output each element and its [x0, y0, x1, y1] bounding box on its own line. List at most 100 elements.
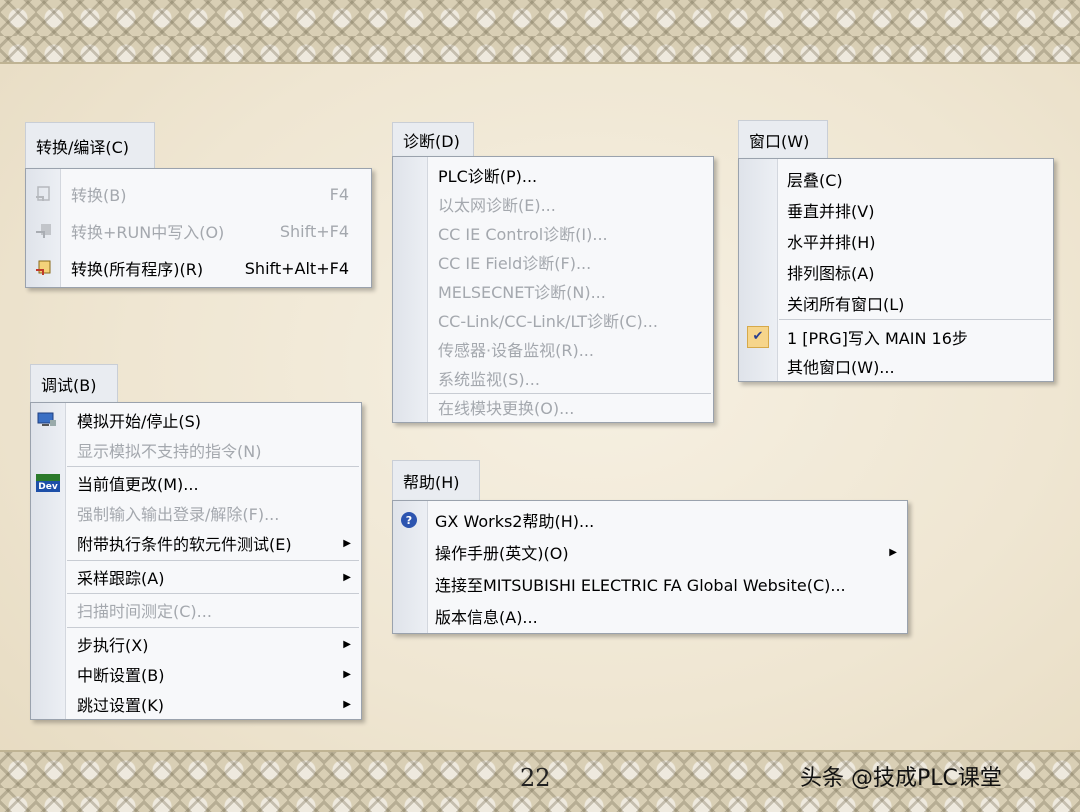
check-icon: ✔ — [747, 325, 769, 348]
help-menu-title[interactable]: 帮助(H) — [392, 460, 480, 500]
help-menu: ? GX Works2帮助(H)... 操作手册(英文)(O) ▶ 连接至MIT… — [392, 500, 908, 634]
slide: { "convert_menu": { "title": "转换/编译(C)",… — [0, 0, 1080, 812]
watermark: 头条 @技成PLC课堂 — [800, 766, 1002, 791]
diag-menu: PLC诊断(P)... 以太网诊断(E)... CC IE Control诊断(… — [392, 156, 714, 423]
menu-item-label: 模拟开始/停止(S) — [77, 412, 202, 431]
menu-item-tile-horizontal[interactable]: 水平并排(H) — [739, 225, 1053, 256]
submenu-arrow-icon: ▶ — [343, 668, 351, 680]
menu-item-label: 以太网诊断(E)... — [438, 195, 556, 215]
menu-item-label: MELSECNET诊断(N)... — [438, 282, 606, 302]
menu-item-label: 跳过设置(K) — [77, 696, 164, 715]
debug-menu-title[interactable]: 调试(B) — [30, 364, 118, 402]
menu-item-forced-io[interactable]: 强制输入输出登录/解除(F)... — [31, 498, 361, 528]
menu-item-label: 排列图标(A) — [787, 263, 875, 283]
submenu-arrow-icon: ▶ — [343, 698, 351, 710]
convert-run-icon — [34, 221, 54, 241]
menu-item-cascade[interactable]: 层叠(C) — [739, 163, 1053, 194]
menu-item-label: 转换+RUN中写入(O) — [71, 223, 225, 242]
menu-item-ccie-field-diag[interactable]: CC IE Field诊断(F)... — [393, 247, 713, 276]
convert-menu: 转换(B) F4 转换+RUN中写入(O) Shift+F4 转换(所有程序)(… — [25, 168, 372, 288]
menu-item-label: CC-Link/CC-Link/LT诊断(C)... — [438, 311, 658, 331]
menu-item-label: 转换(B) — [71, 186, 127, 205]
menu-item-melsecnet-diag[interactable]: MELSECNET诊断(N)... — [393, 276, 713, 305]
menu-item-label: CC IE Control诊断(I)... — [438, 224, 608, 244]
menu-item-label: 步执行(X) — [77, 636, 149, 655]
submenu-arrow-icon: ▶ — [343, 537, 351, 549]
menu-item-step-execution[interactable]: 步执行(X) ▶ — [31, 629, 361, 659]
menu-item-tile-vertical[interactable]: 垂直并排(V) — [739, 194, 1053, 225]
menu-item-label: GX Works2帮助(H)... — [435, 512, 595, 531]
menu-item-label: 采样跟踪(A) — [77, 569, 165, 588]
menu-item-convert-run-write[interactable]: 转换+RUN中写入(O) Shift+F4 — [26, 216, 371, 246]
menu-item-label: 附带执行条件的软元件测试(E) — [77, 535, 292, 554]
menu-item-label: 操作手册(英文)(O) — [435, 544, 569, 563]
menu-item-skip-settings[interactable]: 跳过设置(K) ▶ — [31, 689, 361, 719]
menu-item-label: 关闭所有窗口(L) — [787, 294, 905, 314]
menu-item-system-monitor[interactable]: 系统监视(S)... — [393, 363, 713, 392]
menu-separator — [779, 319, 1051, 320]
menu-item-label: 其他窗口(W)... — [787, 358, 895, 377]
menu-item-break-settings[interactable]: 中断设置(B) ▶ — [31, 659, 361, 689]
page-number: 22 — [520, 764, 551, 792]
help-icon: ? — [401, 512, 417, 528]
menu-item-label: 连接至MITSUBISHI ELECTRIC FA Global Website… — [435, 576, 846, 595]
menu-item-show-unsupported[interactable]: 显示模拟不支持的指令(N) — [31, 435, 361, 465]
menu-item-device-test[interactable]: 附带执行条件的软元件测试(E) ▶ — [31, 528, 361, 558]
menu-item-label: 在线模块更换(O)... — [438, 399, 575, 418]
window-menu: 层叠(C) 垂直并排(V) 水平并排(H) 排列图标(A) 关闭所有窗口(L) … — [738, 158, 1054, 382]
menu-item-version-info[interactable]: 版本信息(A)... — [393, 600, 907, 632]
window-menu-title[interactable]: 窗口(W) — [738, 120, 828, 158]
menu-item-gx-works2-help[interactable]: ? GX Works2帮助(H)... — [393, 504, 907, 536]
menu-separator — [67, 560, 359, 561]
convert-menu-title[interactable]: 转换/编译(C) — [25, 122, 155, 168]
menu-item-label: 垂直并排(V) — [787, 201, 875, 221]
menu-item-modify-value[interactable]: Dev 当前值更改(M)... — [31, 468, 361, 498]
menu-item-label: 传感器·设备监视(R)... — [438, 340, 594, 360]
menu-item-arrange-icons[interactable]: 排列图标(A) — [739, 256, 1053, 287]
menu-item-online-module-change[interactable]: 在线模块更换(O)... — [393, 393, 713, 421]
menu-item-label: 中断设置(B) — [77, 666, 165, 685]
menu-separator — [67, 466, 359, 467]
diag-menu-title[interactable]: 诊断(D) — [392, 122, 474, 156]
menu-item-convert[interactable]: 转换(B) F4 — [26, 179, 371, 209]
menu-item-label: 强制输入输出登录/解除(F)... — [77, 505, 280, 524]
menu-item-label: 扫描时间测定(C)... — [77, 602, 212, 621]
menu-item-label: 当前值更改(M)... — [77, 475, 199, 494]
menu-item-fa-website[interactable]: 连接至MITSUBISHI ELECTRIC FA Global Website… — [393, 568, 907, 600]
menu-item-label: 转换(所有程序)(R) — [71, 260, 204, 279]
submenu-arrow-icon: ▶ — [343, 638, 351, 650]
menu-item-cclink-diag[interactable]: CC-Link/CC-Link/LT诊断(C)... — [393, 305, 713, 334]
menu-item-shortcut: Shift+F4 — [279, 221, 349, 241]
menu-item-scan-time[interactable]: 扫描时间测定(C)... — [31, 595, 361, 625]
convert-icon — [34, 184, 54, 204]
menu-separator — [67, 627, 359, 628]
menu-item-ccie-control-diag[interactable]: CC IE Control诊断(I)... — [393, 218, 713, 247]
menu-item-label: CC IE Field诊断(F)... — [438, 253, 592, 273]
debug-menu: 模拟开始/停止(S) 显示模拟不支持的指令(N) Dev 当前值更改(M)...… — [30, 402, 362, 720]
menu-separator — [67, 593, 359, 594]
convert-all-icon — [34, 258, 54, 278]
menu-item-shortcut: F4 — [329, 184, 349, 204]
decorative-top-border — [0, 0, 1080, 64]
dev-icon: Dev — [36, 474, 60, 492]
menu-item-label: 水平并排(H) — [787, 232, 876, 252]
menu-item-label: 系统监视(S)... — [438, 369, 540, 389]
menu-item-close-all[interactable]: 关闭所有窗口(L) — [739, 287, 1053, 318]
menu-item-plc-diag[interactable]: PLC诊断(P)... — [393, 160, 713, 189]
menu-item-label: 1 [PRG]写入 MAIN 16步 — [787, 328, 968, 348]
submenu-arrow-icon: ▶ — [343, 571, 351, 583]
menu-item-sensor-monitor[interactable]: 传感器·设备监视(R)... — [393, 334, 713, 363]
menu-item-shortcut: Shift+Alt+F4 — [244, 258, 349, 278]
menu-item-ethernet-diag[interactable]: 以太网诊断(E)... — [393, 189, 713, 218]
menu-item-label: PLC诊断(P)... — [438, 166, 538, 186]
menu-item-manual-english[interactable]: 操作手册(英文)(O) ▶ — [393, 536, 907, 568]
menu-item-label: 显示模拟不支持的指令(N) — [77, 442, 262, 461]
menu-item-label: 版本信息(A)... — [435, 608, 538, 627]
menu-item-sampling-trace[interactable]: 采样跟踪(A) ▶ — [31, 562, 361, 592]
menu-item-simulation-start-stop[interactable]: 模拟开始/停止(S) — [31, 405, 361, 435]
menu-item-label: 层叠(C) — [787, 170, 843, 190]
menu-item-convert-all[interactable]: 转换(所有程序)(R) Shift+Alt+F4 — [26, 253, 371, 283]
monitor-icon — [37, 410, 57, 430]
menu-item-window-1[interactable]: ✔ 1 [PRG]写入 MAIN 16步 — [739, 321, 1053, 352]
menu-item-other-windows[interactable]: 其他窗口(W)... — [739, 352, 1053, 380]
